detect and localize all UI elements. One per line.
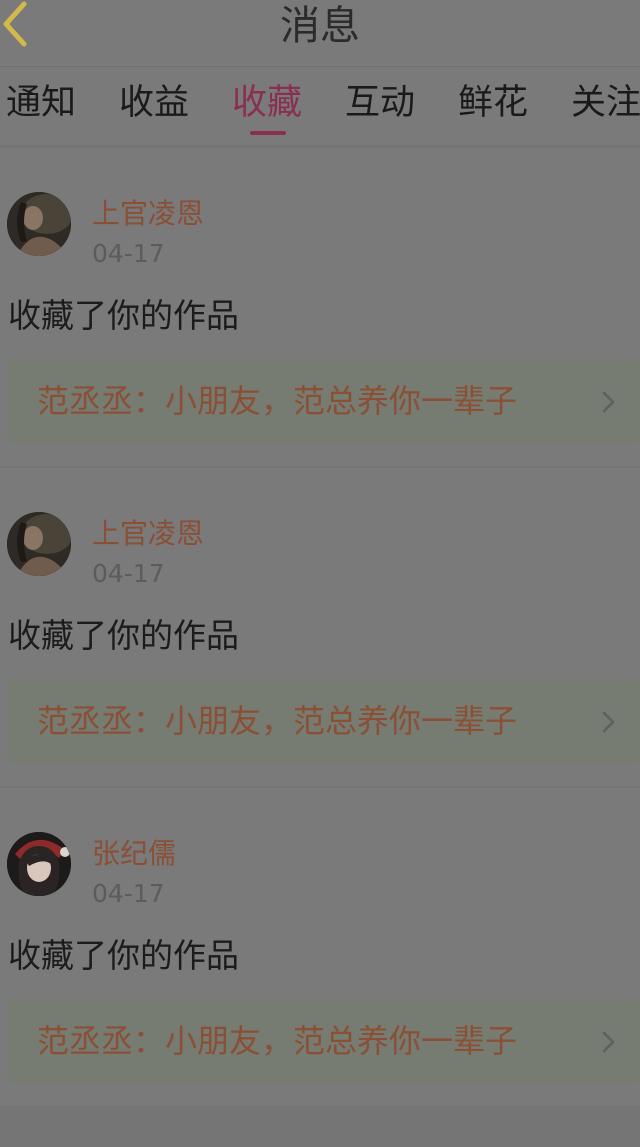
work-link-button[interactable]: 范丞丞：小朋友，范总养你一辈子 [7,998,640,1084]
timestamp: 04-17 [92,239,165,268]
work-link-button[interactable]: 范丞丞：小朋友，范总养你一辈子 [7,358,640,444]
work-title: 范丞丞：小朋友，范总养你一辈子 [37,382,518,420]
avatar[interactable] [7,512,71,576]
action-text: 收藏了你的作品 [8,296,239,335]
notification-card: 上官凌恩 04-17 收藏了你的作品 范丞丞：小朋友，范总养你一辈子 [0,468,640,786]
username[interactable]: 上官凌恩 [92,198,204,230]
chevron-right-icon [602,391,615,413]
avatar-photo-icon [7,832,71,896]
top-nav-bar: 消息 [0,0,640,67]
action-text: 收藏了你的作品 [8,616,239,655]
tab-follows[interactable]: 关注 [571,83,640,123]
chevron-right-icon [602,711,615,733]
username[interactable]: 上官凌恩 [92,518,204,550]
username[interactable]: 张纪儒 [92,838,176,870]
tab-favorites[interactable]: 收藏 [232,83,302,123]
notification-card: 上官凌恩 04-17 收藏了你的作品 范丞丞：小朋友，范总养你一辈子 [0,148,640,466]
tab-earnings[interactable]: 收益 [119,83,189,123]
work-title: 范丞丞：小朋友，范总养你一辈子 [37,702,518,740]
tab-flowers[interactable]: 鲜花 [458,83,528,123]
timestamp: 04-17 [92,879,165,908]
page-title: 消息 [280,3,360,49]
avatar[interactable] [7,192,71,256]
action-text: 收藏了你的作品 [8,936,239,975]
tab-bar: 通知 收益 收藏 互动 鲜花 关注 [0,67,640,145]
active-tab-indicator [250,131,286,135]
tab-notifications[interactable]: 通知 [6,83,76,123]
avatar-photo-icon [7,512,71,576]
avatar[interactable] [7,832,71,896]
avatar-photo-icon [7,192,71,256]
work-title: 范丞丞：小朋友，范总养你一辈子 [37,1022,518,1060]
notification-card: 张纪儒 04-17 收藏了你的作品 范丞丞：小朋友，范总养你一辈子 [0,788,640,1106]
tab-interactions[interactable]: 互动 [345,83,415,123]
chevron-right-icon [602,1031,615,1053]
timestamp: 04-17 [92,559,165,588]
work-link-button[interactable]: 范丞丞：小朋友，范总养你一辈子 [7,678,640,764]
